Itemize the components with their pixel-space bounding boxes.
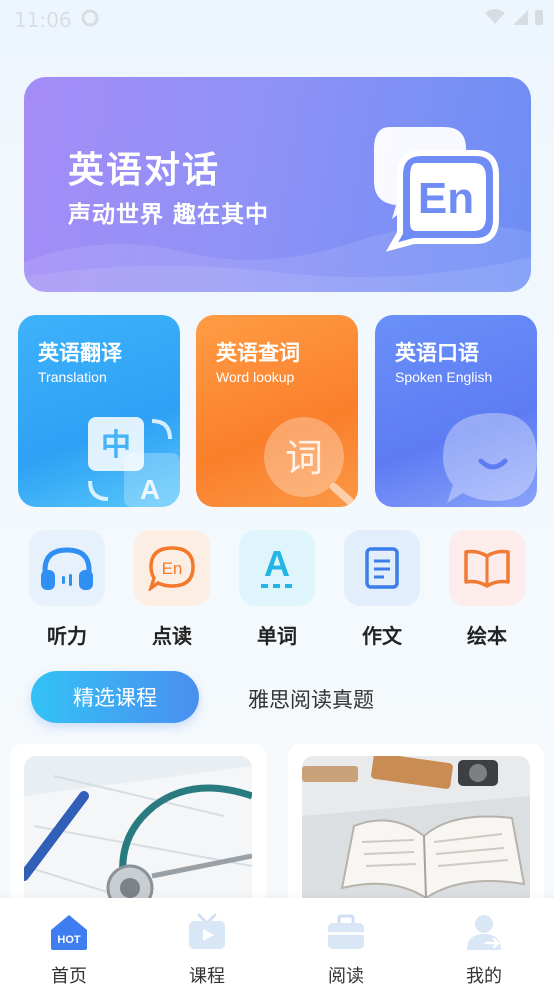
quick-listening[interactable]: 听力: [29, 530, 105, 649]
nav-home-label: 首页: [51, 966, 87, 984]
card-spoken-title: 英语口语: [395, 341, 479, 365]
card-spoken-subtitle: Spoken English: [395, 369, 493, 385]
settings-status-icon: [81, 9, 99, 27]
nav-courses[interactable]: 课程: [167, 912, 247, 984]
home-hot-icon: HOT: [51, 915, 87, 950]
document-icon: [365, 547, 399, 589]
translate-icon: 中 A: [88, 417, 180, 507]
course-image-stethoscope: [24, 756, 252, 914]
nav-home[interactable]: HOT 首页: [29, 912, 109, 984]
nav-reading-label: 阅读: [328, 966, 364, 984]
card-translation-title: 英语翻译: [38, 341, 122, 365]
quick-picture-book[interactable]: 绘本: [449, 530, 525, 649]
card-lookup-subtitle: Word lookup: [216, 369, 295, 385]
translate-glyph-a: A: [140, 474, 160, 505]
open-book-icon: [464, 549, 510, 588]
nav-reading[interactable]: 阅读: [306, 912, 386, 984]
home-hot-badge: HOT: [57, 934, 81, 946]
tab-featured-courses[interactable]: 精选课程: [31, 671, 199, 723]
briefcase-icon: [328, 914, 364, 949]
user-icon: [467, 915, 501, 950]
magnifier-word-icon: 词: [264, 417, 358, 507]
point-read-glyph: En: [162, 559, 183, 578]
quick-point-read-label: 点读: [152, 624, 192, 648]
letter-a-icon: A: [261, 544, 292, 588]
card-spoken-english[interactable]: 英语口语 Spoken English: [375, 315, 537, 507]
hero-badge-text: En: [418, 174, 474, 223]
quick-words-label: 单词: [257, 624, 297, 648]
battery-icon: [535, 10, 543, 25]
card-lookup-title: 英语查词: [216, 341, 300, 365]
tab-ielts-reading[interactable]: 雅思阅读真题: [248, 684, 374, 714]
card-word-lookup[interactable]: 英语查词 Word lookup 词: [196, 315, 358, 507]
course-card[interactable]: [10, 744, 266, 914]
status-bar: 11:06: [0, 0, 554, 40]
card-translation[interactable]: 英语翻译 Translation 中 A: [18, 315, 180, 507]
tv-play-icon: [189, 913, 225, 949]
nav-profile-label: 我的: [466, 966, 502, 984]
quick-point-read[interactable]: En 点读: [134, 530, 210, 649]
signal-icon: [513, 10, 528, 25]
course-card[interactable]: [288, 744, 544, 914]
listening-icon-box: [29, 530, 105, 606]
en-chat-icon: En: [374, 127, 499, 252]
quick-picture-book-label: 绘本: [467, 624, 507, 648]
status-time: 11:06: [14, 8, 72, 32]
bottom-navigation: HOT 首页 课程 阅读 我的: [0, 898, 554, 984]
composition-icon-box: [344, 530, 420, 606]
course-image-open-book: [302, 756, 530, 914]
nav-profile[interactable]: 我的: [444, 912, 524, 984]
hero-banner[interactable]: 英语对话 声动世界 趣在其中 En: [24, 77, 531, 292]
nav-courses-label: 课程: [189, 966, 225, 984]
quick-composition[interactable]: 作文: [344, 530, 420, 649]
quick-words[interactable]: A 单词: [239, 530, 315, 649]
speech-bubble-smile-icon: [443, 413, 537, 503]
headphones-icon: [41, 547, 93, 590]
point-read-icon-box: En: [134, 530, 210, 606]
quick-listening-label: 听力: [47, 624, 87, 648]
picture-book-icon-box: [449, 530, 525, 606]
quick-composition-label: 作文: [362, 624, 402, 648]
words-icon-box: A: [239, 530, 315, 606]
hero-title: 英语对话: [68, 150, 221, 191]
en-bubble-icon: En: [148, 546, 195, 591]
hero-subtitle: 声动世界 趣在其中: [68, 202, 270, 228]
words-glyph: A: [264, 544, 290, 584]
wifi-icon: [485, 9, 505, 24]
lookup-glyph: 词: [285, 436, 323, 480]
card-translation-subtitle: Translation: [38, 369, 107, 385]
